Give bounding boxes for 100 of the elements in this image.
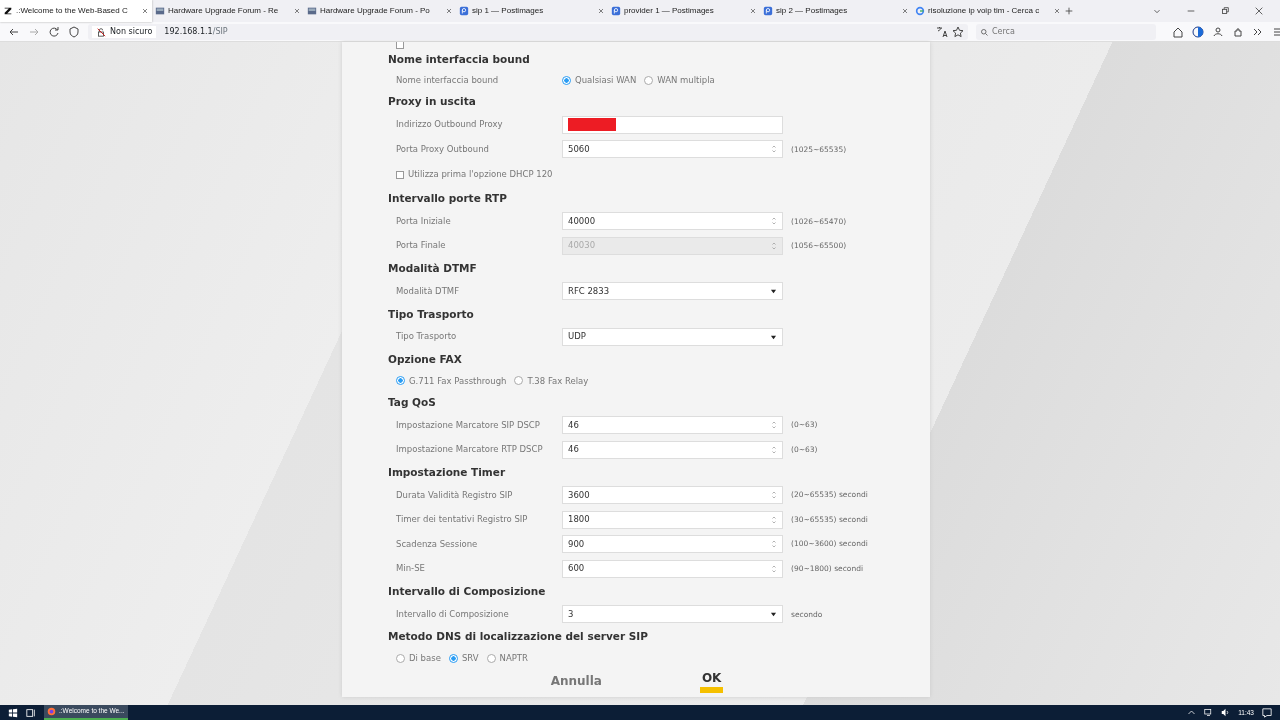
spinner-icon xyxy=(771,490,777,501)
caret-icon xyxy=(770,333,777,340)
field-label: Impostazione Marcatore SIP DSCP xyxy=(396,418,541,432)
chevron-up-icon[interactable] xyxy=(1187,708,1197,717)
radio-option[interactable]: Qualsiasi WAN xyxy=(562,74,637,88)
dropdown[interactable]: 3 xyxy=(562,605,783,624)
browser-tab[interactable]: sip 2 — Postimages xyxy=(760,0,912,22)
search-icon xyxy=(980,27,989,37)
caret-icon xyxy=(770,611,777,618)
field-label: Scadenza Sessione xyxy=(396,537,479,551)
cancel-button[interactable]: Annulla xyxy=(548,669,604,693)
number-field[interactable]: 1800 xyxy=(562,510,783,529)
image-host-icon xyxy=(763,6,773,16)
field-label: Porta Finale xyxy=(396,239,447,253)
speaker-icon[interactable] xyxy=(1221,708,1231,717)
home-icon[interactable] xyxy=(1172,25,1184,38)
field-label: Durata Validità Registro SIP xyxy=(396,488,514,502)
number-field[interactable]: 46 xyxy=(562,415,783,434)
field-label: Min-SE xyxy=(396,562,426,575)
network-icon[interactable] xyxy=(1204,708,1214,717)
section-heading: Opzione FAX xyxy=(388,352,463,368)
shield-icon[interactable] xyxy=(68,25,80,38)
number-field[interactable]: 46 xyxy=(562,440,783,459)
section-heading: Intervallo porte RTP xyxy=(388,191,508,206)
close-icon[interactable] xyxy=(597,7,605,15)
security-indicator[interactable]: Non sicuro xyxy=(92,25,157,38)
field-label: Tipo Trasporto xyxy=(396,330,458,344)
browser-tab[interactable]: Hardware Upgrade Forum - Re xyxy=(152,0,304,22)
browser-icon xyxy=(47,707,56,716)
field-label: Porta Iniziale xyxy=(396,214,452,228)
forum-icon xyxy=(307,6,317,16)
input-field[interactable] xyxy=(562,115,783,134)
menu-icon[interactable] xyxy=(1272,25,1280,38)
radio-option[interactable]: Di base xyxy=(396,651,441,665)
spinner-icon xyxy=(771,144,777,155)
close-icon[interactable] xyxy=(141,7,149,15)
radio-option[interactable]: T.38 Fax Relay xyxy=(514,374,589,388)
number-field[interactable]: 600 xyxy=(562,559,783,578)
browser-tab[interactable]: sip 1 — Postimages xyxy=(456,0,608,22)
browser-tab[interactable]: provider 1 — Postimages xyxy=(608,0,760,22)
caret-icon xyxy=(770,288,777,295)
url-text[interactable]: 192.168.1.1/SIP xyxy=(164,25,228,38)
reload-icon[interactable] xyxy=(48,25,60,38)
number-field: 40030 xyxy=(562,236,783,255)
number-field[interactable]: 40000 xyxy=(562,212,783,231)
image-host-icon xyxy=(459,6,469,16)
windows-icon[interactable] xyxy=(8,707,18,718)
restore-icon[interactable] xyxy=(1220,6,1230,16)
notification-icon[interactable] xyxy=(1262,707,1272,718)
browser-tab[interactable]: Hardware Upgrade Forum - Po xyxy=(304,0,456,22)
number-field[interactable]: 3600 xyxy=(562,486,783,505)
dropdown[interactable]: RFC 2833 xyxy=(562,282,783,301)
dropdown[interactable]: UDP xyxy=(562,327,783,346)
field-label: Indirizzo Outbound Proxy xyxy=(396,118,504,132)
checkbox[interactable]: Utilizza prima l'opzione DHCP 120 xyxy=(396,168,553,182)
field-label: Timer dei tentativi Registro SIP xyxy=(396,513,529,526)
field-label: Modalità DTMF xyxy=(396,284,461,298)
spinner-icon xyxy=(771,216,777,227)
close-icon[interactable] xyxy=(749,7,757,15)
spinner-icon xyxy=(771,514,777,525)
field-label: Porta Proxy Outbound xyxy=(396,142,490,156)
close-icon[interactable] xyxy=(293,7,301,15)
search-engine-icon xyxy=(915,6,925,16)
new-tab-icon[interactable] xyxy=(1064,6,1074,16)
translate-icon[interactable] xyxy=(936,25,948,38)
browser-tab[interactable]: risoluzione ip voip tim - Cerca c xyxy=(912,0,1064,22)
section-heading: Intervallo di Composizione xyxy=(388,583,547,599)
field-label: Intervallo di Composizione xyxy=(396,607,510,621)
radio-option[interactable]: NAPTR xyxy=(486,651,528,665)
task-view-icon[interactable] xyxy=(26,707,36,718)
forum-icon xyxy=(155,6,165,16)
spinner-icon xyxy=(771,563,777,574)
radio-option[interactable]: WAN multipla xyxy=(644,74,715,88)
field-label: Nome interfaccia bound xyxy=(396,74,500,88)
ok-button[interactable]: OK xyxy=(699,669,724,693)
spinner-icon xyxy=(771,419,777,430)
spinner-icon xyxy=(771,444,777,455)
checkbox[interactable] xyxy=(396,42,404,49)
close-icon[interactable] xyxy=(445,7,453,15)
browser-tab[interactable]: .:Welcome to the Web-Based C xyxy=(0,0,152,22)
number-field[interactable]: 5060 xyxy=(562,140,783,159)
radio-option[interactable]: SRV xyxy=(448,651,479,665)
field-label: Impostazione Marcatore RTP DSCP xyxy=(396,443,544,456)
star-icon[interactable] xyxy=(952,25,964,38)
spinner-icon xyxy=(771,240,777,251)
section-heading: Metodo DNS di localizzazione del server SIP xyxy=(388,629,649,645)
image-host-icon xyxy=(611,6,621,16)
close-icon[interactable] xyxy=(1254,6,1264,16)
search-field[interactable]: Cerca xyxy=(976,23,1156,40)
section-heading: Tag QoS xyxy=(388,394,437,410)
section-heading: Modalità DTMF xyxy=(388,261,478,277)
contrast-icon[interactable] xyxy=(1192,25,1204,38)
account-icon[interactable] xyxy=(1212,25,1224,38)
spinner-icon xyxy=(771,539,777,550)
unlocked-icon xyxy=(96,26,106,37)
close-icon[interactable] xyxy=(901,7,909,15)
number-field[interactable]: 900 xyxy=(562,535,783,554)
radio-option[interactable]: G.711 Fax Passthrough xyxy=(396,374,507,388)
close-icon[interactable] xyxy=(1053,7,1061,15)
section-heading: Nome interfaccia bound xyxy=(388,51,531,67)
